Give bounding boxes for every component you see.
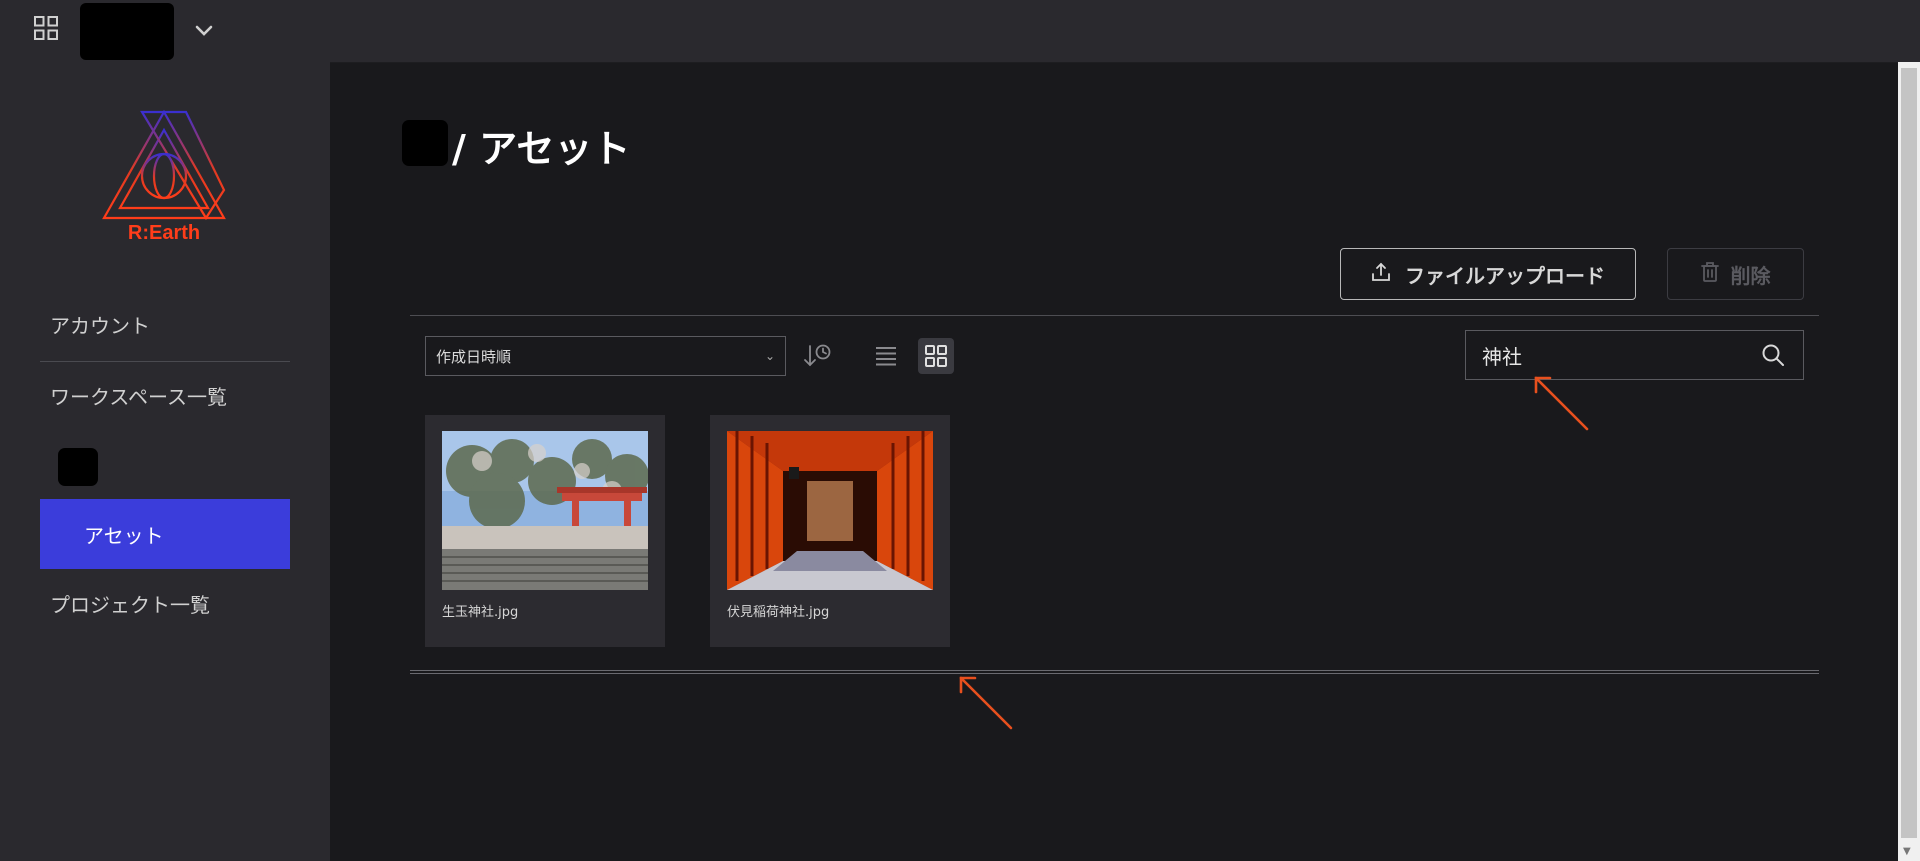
asset-name: 生玉神社.jpg: [442, 605, 519, 620]
sidebar-item-workspaces[interactable]: ワークスペース一覧: [40, 370, 290, 420]
sidebar-item-projects[interactable]: プロジェクト一覧: [40, 578, 290, 628]
annotation-arrow-search: [1534, 376, 1589, 431]
workspace-avatar[interactable]: [80, 3, 174, 60]
chevron-down-icon[interactable]: [190, 18, 218, 44]
reearth-logo: R:Earth: [98, 104, 230, 244]
divider-top: [410, 315, 1819, 316]
sort-order-icon[interactable]: [800, 338, 834, 374]
scrollbar-thumb[interactable]: [1901, 68, 1917, 838]
grid-view-icon[interactable]: [918, 338, 954, 374]
asset-name: 伏見稲荷神社.jpg: [727, 605, 830, 620]
delete-label: 削除: [1730, 263, 1771, 288]
search-field: [1465, 330, 1804, 380]
delete-button[interactable]: 削除: [1667, 248, 1804, 300]
divider-bottom: [410, 670, 1819, 674]
file-upload-button[interactable]: ファイルアップロード: [1340, 248, 1636, 300]
sort-select-value: 作成日時順: [436, 347, 512, 366]
asset-thumbnail-shrine: [442, 431, 648, 590]
search-icon[interactable]: [1759, 341, 1787, 369]
page-scrollbar[interactable]: ▼: [1898, 62, 1920, 861]
logo-text: R:Earth: [128, 222, 200, 244]
apps-grid-icon[interactable]: [28, 14, 64, 42]
sidebar-item-account[interactable]: アカウント: [40, 299, 290, 349]
select-chevron-icon: ⌄: [764, 349, 775, 363]
annotation-arrow-divider: [959, 676, 1013, 730]
sort-select[interactable]: 作成日時順 ⌄: [425, 336, 786, 376]
asset-card[interactable]: 伏見稲荷神社.jpg: [710, 415, 950, 647]
sidebar-item-assets[interactable]: アセット: [40, 499, 290, 569]
scroll-down-arrow-icon[interactable]: ▼: [1903, 846, 1911, 857]
asset-thumbnail-torii: [727, 431, 933, 590]
sidebar-divider: [40, 361, 290, 362]
list-view-icon[interactable]: [868, 338, 904, 374]
trash-icon: [1700, 261, 1719, 287]
upload-icon: [1371, 262, 1391, 287]
search-input[interactable]: [1482, 343, 1759, 367]
workspace-avatar-title: [402, 120, 448, 166]
page-title: / アセット: [452, 127, 631, 171]
top-bar: [0, 0, 1920, 63]
file-upload-label: ファイルアップロード: [1405, 263, 1605, 288]
sidebar: R:Earth アカウント ワークスペース一覧 アセット プロジェクト一覧: [0, 62, 330, 861]
workspace-avatar-small[interactable]: [58, 448, 98, 486]
asset-card[interactable]: 生玉神社.jpg: [425, 415, 665, 647]
